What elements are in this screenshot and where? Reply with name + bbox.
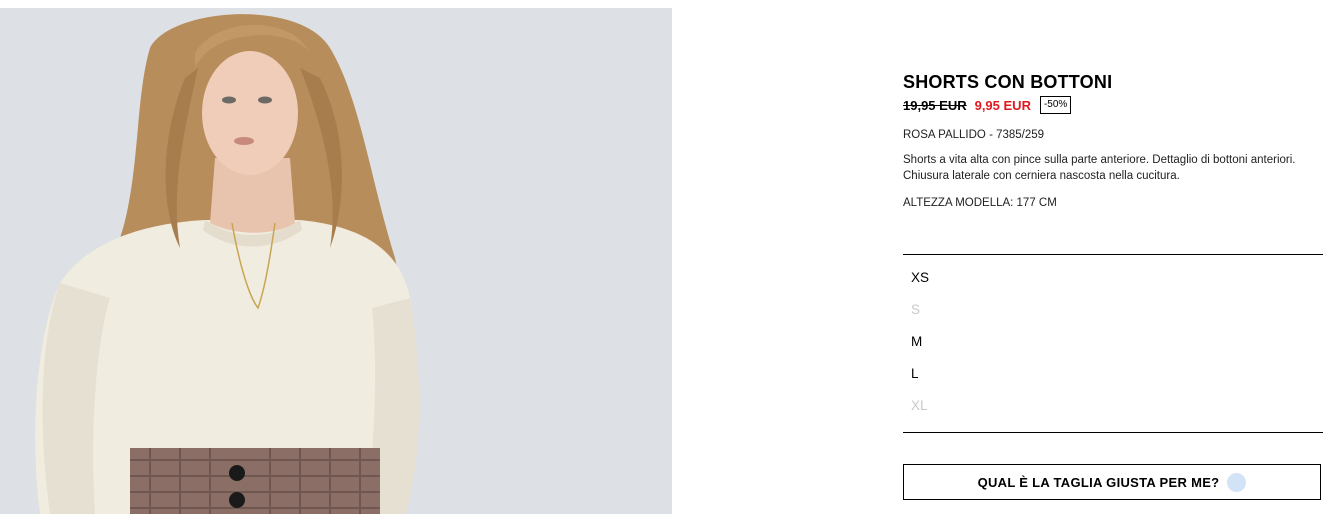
old-price: 19,95 EUR [903,97,967,113]
product-image[interactable] [0,8,672,514]
product-description: Shorts a vita alta con pince sulla parte… [903,154,1296,182]
size-selector: XS S M L XL [903,254,1323,433]
color-reference: ROSA PALLIDO - 7385/259 [903,129,1045,141]
sale-price: 9,95 EUR [974,97,1031,113]
price-row: 19,95 EUR 9,95 EUR -50% [903,95,1323,115]
product-title: SHORTS CON BOTTONI [903,72,1113,92]
size-option-xl[interactable]: XL [903,390,1323,422]
help-dot-icon [1227,472,1247,492]
product-page: SHORTS CON BOTTONI 19,95 EUR 9,95 EUR -5… [0,0,1331,514]
size-option-xs[interactable]: XS [903,262,1323,294]
size-option-m[interactable]: M [903,326,1323,358]
size-guide-label: QUAL È LA TAGLIA GIUSTA PER ME? [977,474,1220,490]
size-option-l[interactable]: L [903,358,1323,390]
discount-badge: -50% [1039,96,1072,114]
product-info: SHORTS CON BOTTONI 19,95 EUR 9,95 EUR -5… [903,72,1323,500]
model-photo [0,8,672,514]
size-option-s[interactable]: S [903,294,1323,326]
size-guide-button[interactable]: QUAL È LA TAGLIA GIUSTA PER ME? [903,464,1321,500]
model-height: ALTEZZA MODELLA: 177 CM [903,197,1057,209]
